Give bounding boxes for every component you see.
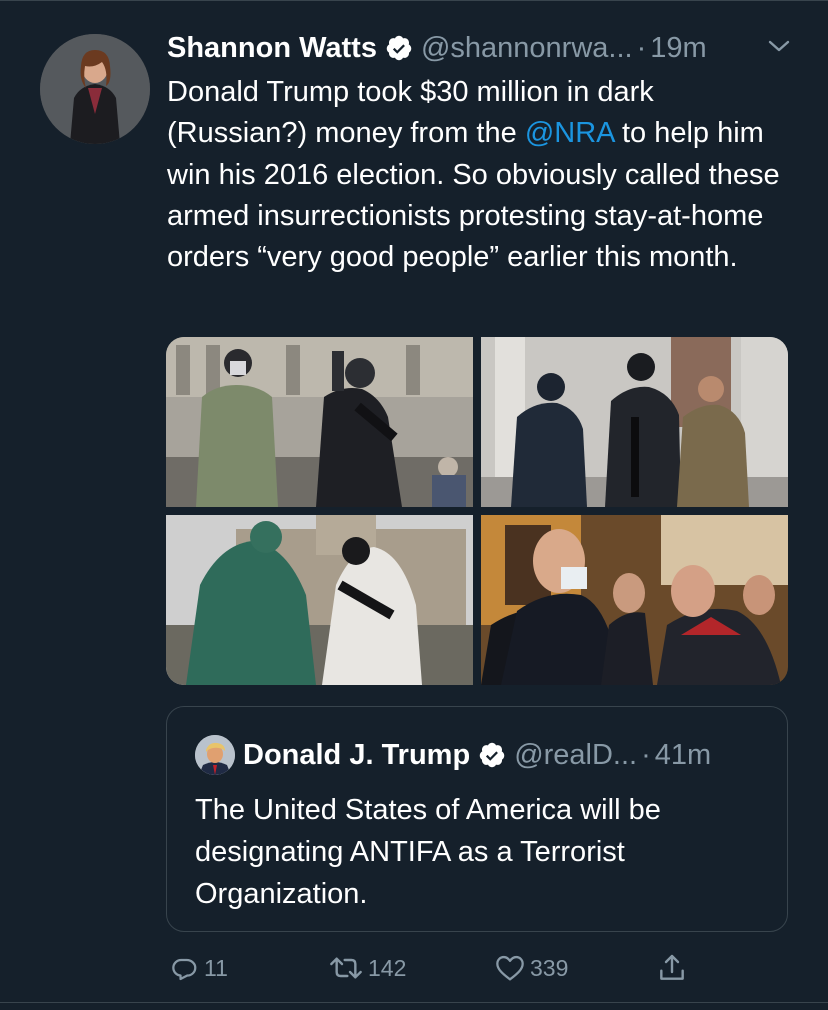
nra-mention-link[interactable]: @NRA <box>525 117 614 149</box>
retweet-count: 142 <box>368 954 407 981</box>
tweet-time[interactable]: 19m <box>650 32 706 65</box>
tweet-action-bar: 11 142 339 <box>0 946 828 990</box>
share-button[interactable] <box>656 946 688 990</box>
time-separator: · <box>636 31 647 64</box>
verified-badge-icon <box>479 742 505 768</box>
author-handle[interactable]: @shannonrwa... <box>421 32 633 65</box>
photo-3[interactable] <box>166 515 473 685</box>
quoted-tweet-time: 41m <box>654 738 712 771</box>
tweet-header: Shannon Watts @shannonrwa... · 19m <box>167 28 707 68</box>
like-button[interactable]: 339 <box>494 946 568 990</box>
author-avatar[interactable] <box>40 34 150 144</box>
quoted-tweet-header: Donald J. Trump @realD... · 41m <box>243 735 711 775</box>
tweet-text: Donald Trump took $30 million in dark (R… <box>167 72 797 278</box>
photo-1[interactable] <box>166 337 473 507</box>
quoted-tweet-text: The United States of America will be des… <box>195 794 661 910</box>
verified-badge-icon <box>386 35 412 61</box>
bottom-divider <box>0 1002 828 1003</box>
top-divider <box>0 0 828 1</box>
retweet-button[interactable]: 142 <box>328 946 406 990</box>
media-grid <box>166 337 788 685</box>
like-count: 339 <box>530 954 569 981</box>
time-separator: · <box>641 738 651 771</box>
photo-4[interactable] <box>481 515 788 685</box>
quoted-author-handle: @realD... <box>514 738 638 771</box>
reply-count: 11 <box>204 954 228 981</box>
reply-icon <box>172 958 197 981</box>
photo-2[interactable] <box>481 337 788 507</box>
retweet-icon <box>330 957 362 979</box>
quoted-author-avatar[interactable] <box>195 735 235 775</box>
reply-button[interactable]: 11 <box>168 946 228 990</box>
quoted-author-name: Donald J. Trump <box>243 738 471 771</box>
heart-icon <box>496 955 524 981</box>
chevron-down-icon[interactable] <box>766 36 792 56</box>
share-icon <box>660 954 684 980</box>
quoted-tweet-card[interactable]: Donald J. Trump @realD... · 41m The Unit… <box>166 706 788 932</box>
author-name[interactable]: Shannon Watts <box>167 32 377 65</box>
